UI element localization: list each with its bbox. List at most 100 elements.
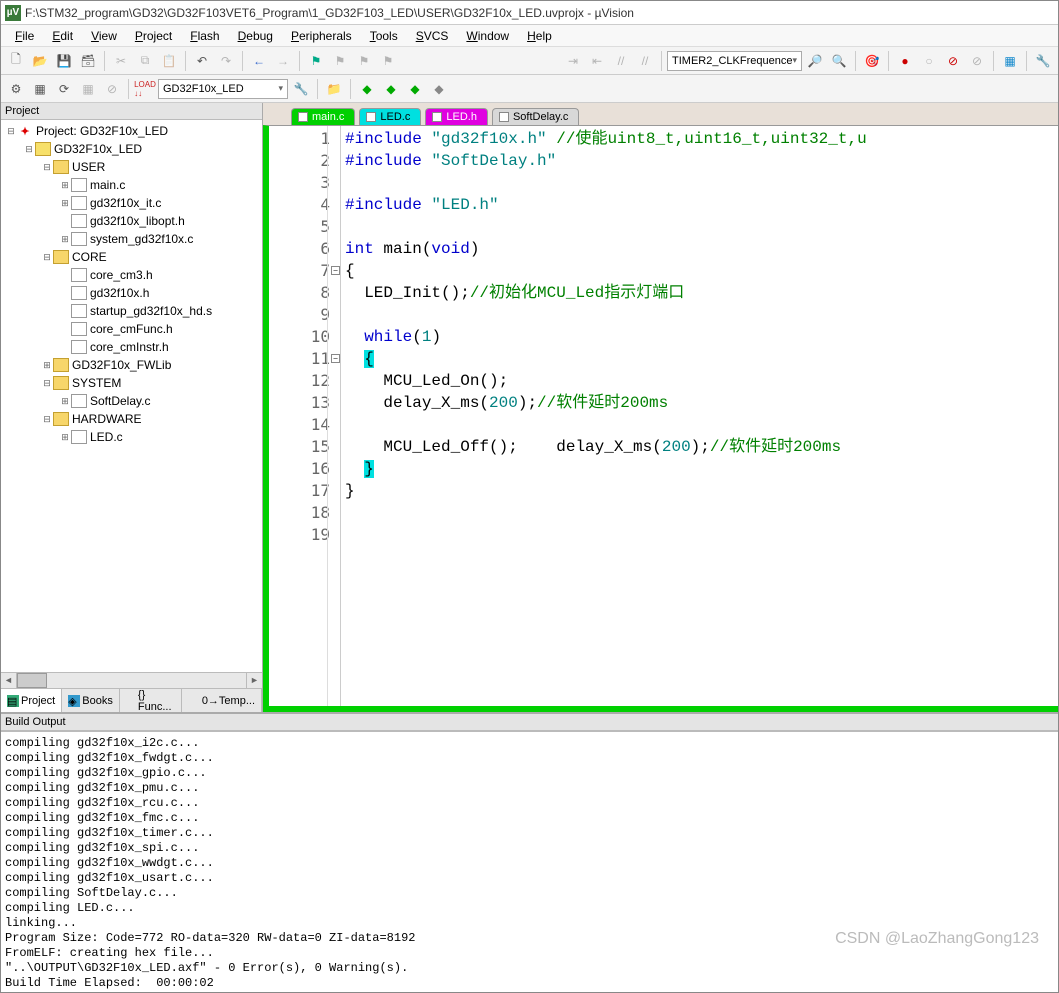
editor-tab-led-h[interactable]: LED.h (425, 108, 488, 125)
editor-tab-softdelay-c[interactable]: SoftDelay.c (492, 108, 579, 125)
tree-node[interactable]: ⊟GD32F10x_LED (1, 140, 262, 158)
back-icon[interactable]: ← (248, 50, 270, 72)
manage-icon[interactable]: 📁 (323, 78, 345, 100)
code-editor[interactable]: 12345678910111213141516171819−− #include… (263, 125, 1058, 706)
project-tree[interactable]: ⊟✦Project: GD32F10x_LED⊟GD32F10x_LED⊟USE… (1, 120, 262, 672)
download-icon[interactable]: LOAD↓↓ (134, 78, 156, 100)
scroll-right-icon[interactable]: ► (246, 673, 262, 688)
code-line[interactable]: delay_X_ms(200);//软件延时200ms (345, 392, 1054, 414)
menu-flash[interactable]: Flash (182, 27, 227, 45)
menu-file[interactable]: File (7, 27, 42, 45)
code-line[interactable] (345, 216, 1054, 238)
options-icon[interactable]: 🔧 (290, 78, 312, 100)
tree-node[interactable]: startup_gd32f10x_hd.s (1, 302, 262, 320)
tree-node[interactable]: core_cmInstr.h (1, 338, 262, 356)
expand-icon[interactable]: ⊞ (59, 180, 71, 191)
pack2-icon[interactable]: ◆ (380, 78, 402, 100)
tree-node[interactable]: gd32f10x.h (1, 284, 262, 302)
sidebar-tab-temp[interactable]: 0→Temp... (182, 689, 262, 712)
undo-icon[interactable]: ↶ (191, 50, 213, 72)
code-line[interactable]: #include "gd32f10x.h" //使能uint8_t,uint16… (345, 128, 1054, 150)
tree-node[interactable]: ⊞SoftDelay.c (1, 392, 262, 410)
expand-icon[interactable]: ⊞ (41, 360, 53, 371)
code-line[interactable] (345, 172, 1054, 194)
scroll-left-icon[interactable]: ◄ (1, 673, 17, 688)
new-file-icon[interactable]: 🗋 (5, 50, 27, 72)
pack3-icon[interactable]: ◆ (404, 78, 426, 100)
sidebar-tab-project[interactable]: ▤Project (1, 689, 62, 712)
code-line[interactable]: MCU_Led_On(); (345, 370, 1054, 392)
expand-icon[interactable]: ⊞ (59, 198, 71, 209)
expand-icon[interactable]: ⊞ (59, 396, 71, 407)
menu-view[interactable]: View (83, 27, 125, 45)
breakpoint-icon[interactable]: ● (894, 50, 916, 72)
menu-debug[interactable]: Debug (230, 27, 281, 45)
tree-node[interactable]: ⊟✦Project: GD32F10x_LED (1, 122, 262, 140)
debug-icon[interactable]: 🎯 (861, 50, 883, 72)
collapse-icon[interactable]: ⊟ (41, 414, 53, 425)
build-output[interactable]: compiling gd32f10x_i2c.c... compiling gd… (1, 731, 1058, 992)
tree-node[interactable]: ⊟USER (1, 158, 262, 176)
config-icon[interactable]: 🔧 (1032, 50, 1054, 72)
tree-node[interactable]: core_cm3.h (1, 266, 262, 284)
menu-help[interactable]: Help (519, 27, 560, 45)
pack4-icon[interactable]: ◆ (428, 78, 450, 100)
tree-node[interactable]: ⊞system_gd32f10x.c (1, 230, 262, 248)
collapse-icon[interactable]: ⊟ (41, 378, 53, 389)
code-content[interactable]: #include "gd32f10x.h" //使能uint8_t,uint16… (341, 126, 1058, 706)
tree-node[interactable]: ⊞main.c (1, 176, 262, 194)
scroll-thumb[interactable] (17, 673, 47, 688)
code-line[interactable]: while(1) (345, 326, 1054, 348)
menu-window[interactable]: Window (458, 27, 517, 45)
fold-icon[interactable]: − (331, 354, 340, 363)
window-icon[interactable]: ▦ (999, 50, 1021, 72)
code-line[interactable] (345, 304, 1054, 326)
collapse-icon[interactable]: ⊟ (41, 252, 53, 263)
rebuild-icon[interactable]: ⟳ (53, 78, 75, 100)
find-icon[interactable]: 🔍 (828, 50, 850, 72)
find-combo[interactable]: TIMER2_CLKFrequence (667, 51, 802, 71)
tree-node[interactable]: ⊟SYSTEM (1, 374, 262, 392)
code-line[interactable]: } (345, 458, 1054, 480)
menu-svcs[interactable]: SVCS (408, 27, 457, 45)
tree-node[interactable]: ⊞LED.c (1, 428, 262, 446)
collapse-icon[interactable]: ⊟ (5, 126, 17, 137)
bookmark-icon[interactable]: ⚑ (305, 50, 327, 72)
open-icon[interactable]: 📂 (29, 50, 51, 72)
code-line[interactable]: LED_Init();//初始化MCU_Led指示灯端口 (345, 282, 1054, 304)
tree-node[interactable]: gd32f10x_libopt.h (1, 212, 262, 230)
code-line[interactable]: #include "LED.h" (345, 194, 1054, 216)
collapse-icon[interactable]: ⊟ (41, 162, 53, 173)
code-line[interactable] (345, 502, 1054, 524)
save-icon[interactable]: 💾 (53, 50, 75, 72)
fold-icon[interactable]: − (331, 266, 340, 275)
code-line[interactable]: { (345, 348, 1054, 370)
code-line[interactable]: #include "SoftDelay.h" (345, 150, 1054, 172)
translate-icon[interactable]: ⚙ (5, 78, 27, 100)
kill-bp-icon[interactable]: ⊘ (942, 50, 964, 72)
menu-tools[interactable]: Tools (362, 27, 406, 45)
tree-node[interactable]: core_cmFunc.h (1, 320, 262, 338)
collapse-icon[interactable]: ⊟ (23, 144, 35, 155)
menu-project[interactable]: Project (127, 27, 180, 45)
tree-node[interactable]: ⊞gd32f10x_it.c (1, 194, 262, 212)
build-icon[interactable]: ▦ (29, 78, 51, 100)
tree-node[interactable]: ⊟CORE (1, 248, 262, 266)
tree-node[interactable]: ⊞GD32F10x_FWLib (1, 356, 262, 374)
sidebar-tab-books[interactable]: ◈Books (62, 689, 120, 712)
expand-icon[interactable]: ⊞ (59, 234, 71, 245)
code-line[interactable] (345, 414, 1054, 436)
find-in-files-icon[interactable]: 🔎 (804, 50, 826, 72)
editor-tab-main-c[interactable]: main.c (291, 108, 355, 125)
h-scrollbar[interactable]: ◄ ► (1, 672, 262, 688)
sidebar-tab-func[interactable]: {} Func... (120, 689, 182, 712)
code-line[interactable]: { (345, 260, 1054, 282)
editor-tab-led-c[interactable]: LED.c (359, 108, 421, 125)
tree-node[interactable]: ⊟HARDWARE (1, 410, 262, 428)
expand-icon[interactable]: ⊞ (59, 432, 71, 443)
code-line[interactable]: MCU_Led_Off(); delay_X_ms(200);//软件延时200… (345, 436, 1054, 458)
menu-edit[interactable]: Edit (44, 27, 81, 45)
pack-icon[interactable]: ◆ (356, 78, 378, 100)
code-line[interactable]: } (345, 480, 1054, 502)
target-combo[interactable]: GD32F10x_LED (158, 79, 288, 99)
